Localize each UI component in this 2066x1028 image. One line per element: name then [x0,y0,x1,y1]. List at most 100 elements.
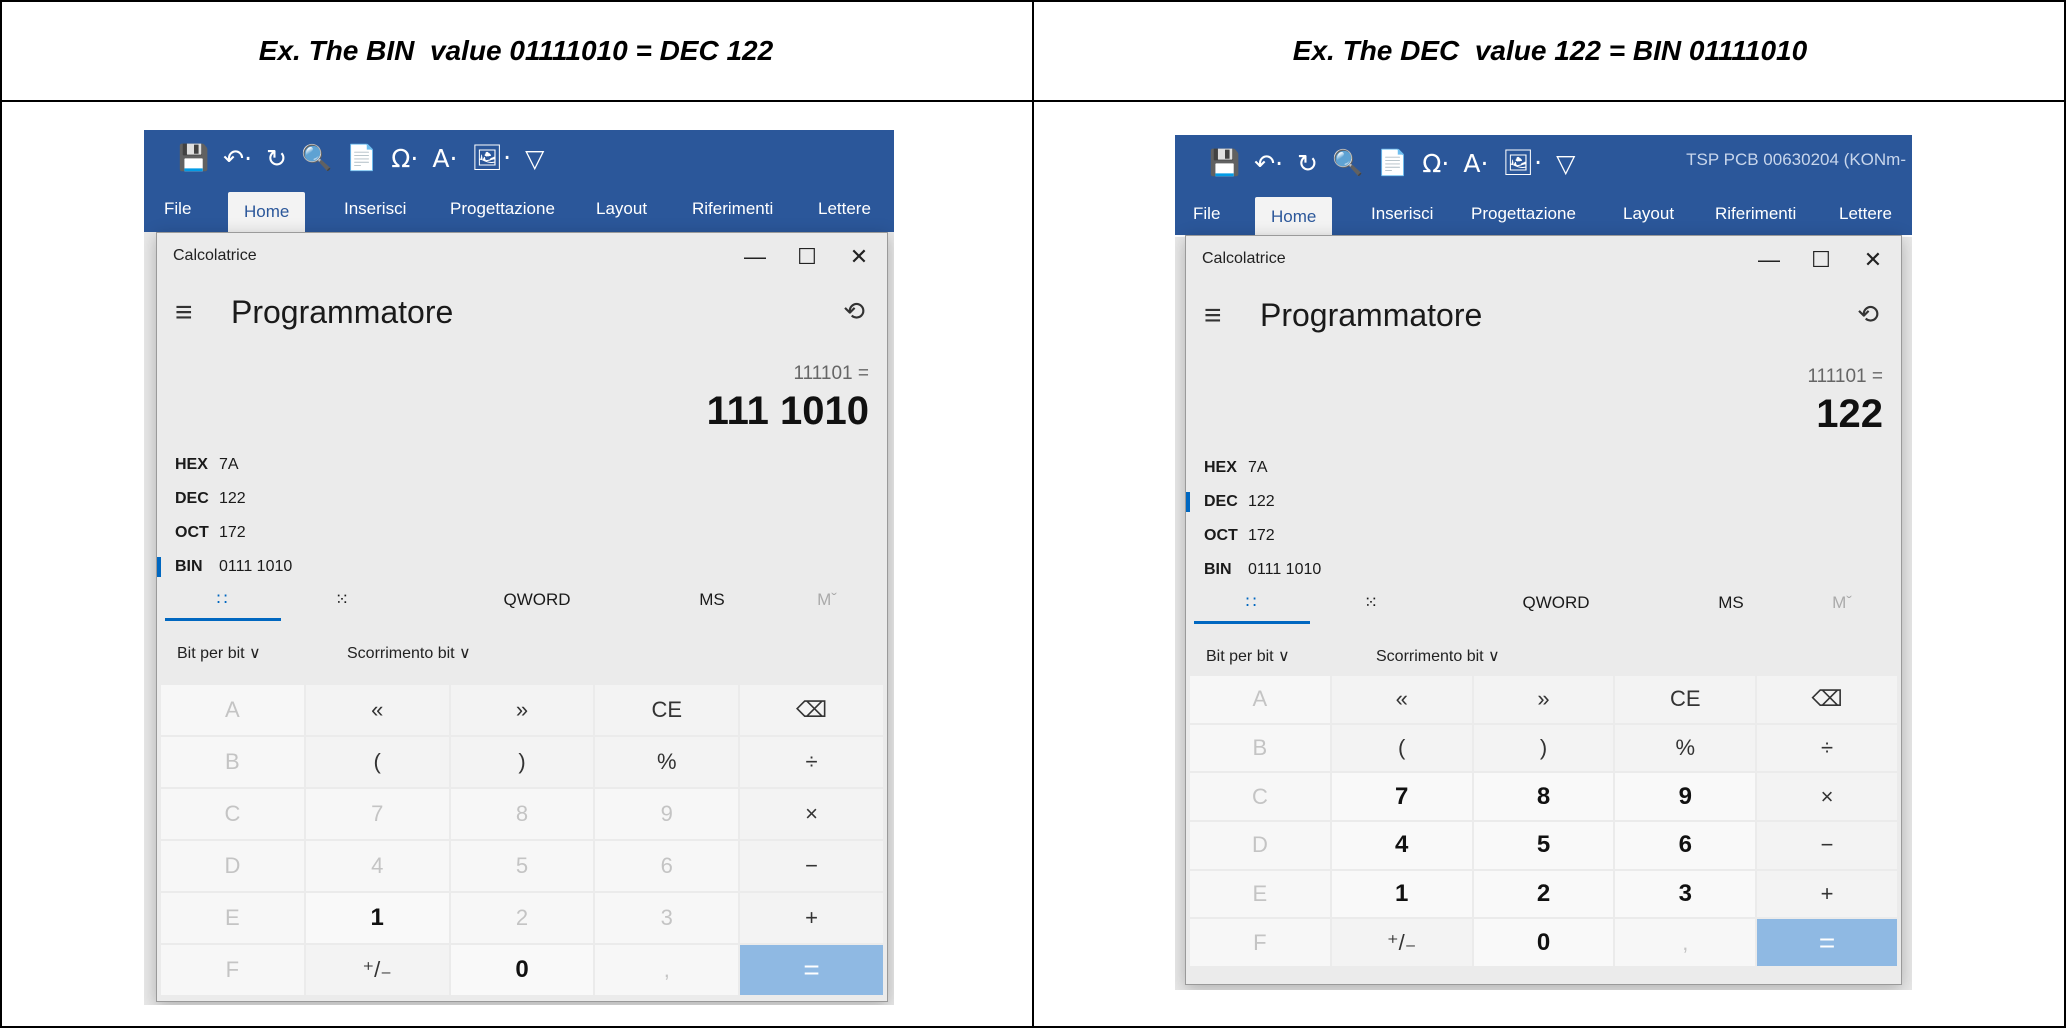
save-as-icon[interactable]: 📄 [1377,148,1408,178]
tab-inserisci[interactable]: Inserisci [344,186,406,232]
bit-toggle-keypad-icon[interactable]: ⁙ [287,578,397,622]
multiply-button[interactable]: × [740,789,883,839]
word-size-button[interactable]: QWORD [457,578,617,622]
key-a[interactable]: A [161,685,304,735]
key-6[interactable]: 6 [595,841,739,891]
customize-toolbar-icon[interactable]: ▽ [525,144,544,173]
shift-right-button[interactable]: » [450,685,594,735]
key-0[interactable]: 0 [450,945,594,995]
key-3[interactable]: 3 [1615,870,1756,918]
history-icon[interactable]: ⟲ [843,296,865,327]
key-1[interactable]: 1 [1331,870,1472,918]
radix-hex[interactable]: HEX 7A [1186,451,1901,485]
save-icon[interactable]: 💾 [178,143,209,173]
radix-oct[interactable]: OCT 172 [1186,519,1901,553]
close-paren-button[interactable]: ) [450,737,594,787]
redo-icon[interactable]: ↻ [1297,149,1318,178]
add-button[interactable]: + [1757,870,1897,918]
save-icon[interactable]: 💾 [1209,148,1240,178]
symbol-icon[interactable]: Ω· [391,144,418,173]
picture-icon[interactable]: 🖼· [471,143,511,173]
font-color-icon[interactable]: A· [432,144,457,173]
key-6[interactable]: 6 [1615,822,1756,869]
equals-button[interactable]: = [740,945,883,995]
negate-button[interactable]: ⁺/₋ [305,945,449,995]
divide-button[interactable]: ÷ [740,737,883,787]
close-button[interactable]: ✕ [1853,242,1893,278]
key-7[interactable]: 7 [305,789,449,839]
percent-button[interactable]: % [1615,724,1756,772]
shift-left-button[interactable]: « [1331,676,1472,723]
backspace-button[interactable]: ⌫ [740,685,883,735]
bit-toggle-keypad-icon[interactable]: ⁙ [1316,581,1426,625]
close-paren-button[interactable]: ) [1473,724,1614,772]
tab-riferimenti[interactable]: Riferimenti [692,186,773,232]
key-d[interactable]: D [1190,822,1330,869]
backspace-button[interactable]: ⌫ [1757,676,1897,723]
tab-lettere[interactable]: Lettere [818,186,871,232]
divide-button[interactable]: ÷ [1757,724,1897,772]
radix-dec[interactable]: DEC 122 [157,482,887,516]
radix-hex[interactable]: HEX 7A [157,448,887,482]
key-f[interactable]: F [161,945,304,995]
key-2[interactable]: 2 [450,893,594,943]
key-4[interactable]: 4 [305,841,449,891]
key-4[interactable]: 4 [1331,822,1472,869]
subtract-button[interactable]: − [740,841,883,891]
customize-toolbar-icon[interactable]: ▽ [1556,149,1575,178]
tab-layout[interactable]: Layout [596,186,647,232]
add-button[interactable]: + [740,893,883,943]
percent-button[interactable]: % [595,737,739,787]
tab-lettere[interactable]: Lettere [1839,191,1892,237]
key-2[interactable]: 2 [1473,870,1614,918]
key-9[interactable]: 9 [1615,773,1756,820]
clear-entry-button[interactable]: CE [1615,676,1756,723]
tab-progettazione[interactable]: Progettazione [1471,191,1576,237]
save-as-icon[interactable]: 📄 [346,143,377,173]
tab-inserisci[interactable]: Inserisci [1371,191,1433,237]
shift-left-button[interactable]: « [305,685,449,735]
key-1[interactable]: 1 [305,893,449,943]
memory-store-button[interactable]: MS [657,578,767,622]
key-5[interactable]: 5 [450,841,594,891]
minimize-button[interactable]: — [1749,242,1789,278]
tab-riferimenti[interactable]: Riferimenti [1715,191,1796,237]
decimal-button[interactable]: , [595,945,739,995]
key-8[interactable]: 8 [1473,773,1614,820]
key-7[interactable]: 7 [1331,773,1472,820]
close-button[interactable]: ✕ [839,239,879,275]
memory-list-button[interactable]: Mˇ [1792,581,1892,625]
negate-button[interactable]: ⁺/₋ [1331,919,1472,966]
redo-icon[interactable]: ↻ [266,144,287,173]
print-preview-icon[interactable]: 🔍 [301,143,332,173]
key-e[interactable]: E [161,893,304,943]
key-d[interactable]: D [161,841,304,891]
memory-store-button[interactable]: MS [1676,581,1786,625]
undo-icon[interactable]: ↶· [223,144,252,173]
hamburger-menu-icon[interactable]: ≡ [1204,299,1222,333]
symbol-icon[interactable]: Ω· [1422,149,1449,178]
key-8[interactable]: 8 [450,789,594,839]
key-f[interactable]: F [1190,919,1330,966]
tab-progettazione[interactable]: Progettazione [450,186,555,232]
maximize-button[interactable]: ☐ [1801,242,1841,278]
history-icon[interactable]: ⟲ [1857,299,1879,330]
key-9[interactable]: 9 [595,789,739,839]
full-keypad-icon[interactable]: ∷ [167,578,277,622]
print-preview-icon[interactable]: 🔍 [1332,148,1363,178]
maximize-button[interactable]: ☐ [787,239,827,275]
bitwise-dropdown[interactable]: Bit per bit ∨ [1206,646,1290,666]
subtract-button[interactable]: − [1757,822,1897,869]
picture-icon[interactable]: 🖼· [1502,148,1542,178]
key-e[interactable]: E [1190,870,1330,918]
hamburger-menu-icon[interactable]: ≡ [175,296,193,330]
shift-right-button[interactable]: » [1473,676,1614,723]
tab-home[interactable]: Home [228,192,306,232]
radix-oct[interactable]: OCT 172 [157,516,887,550]
bitwise-dropdown[interactable]: Bit per bit ∨ [177,643,261,663]
bit-shift-dropdown[interactable]: Scorrimento bit ∨ [347,643,471,663]
key-b[interactable]: B [1190,724,1330,772]
key-c[interactable]: C [161,789,304,839]
minimize-button[interactable]: — [735,239,775,275]
clear-entry-button[interactable]: CE [595,685,739,735]
